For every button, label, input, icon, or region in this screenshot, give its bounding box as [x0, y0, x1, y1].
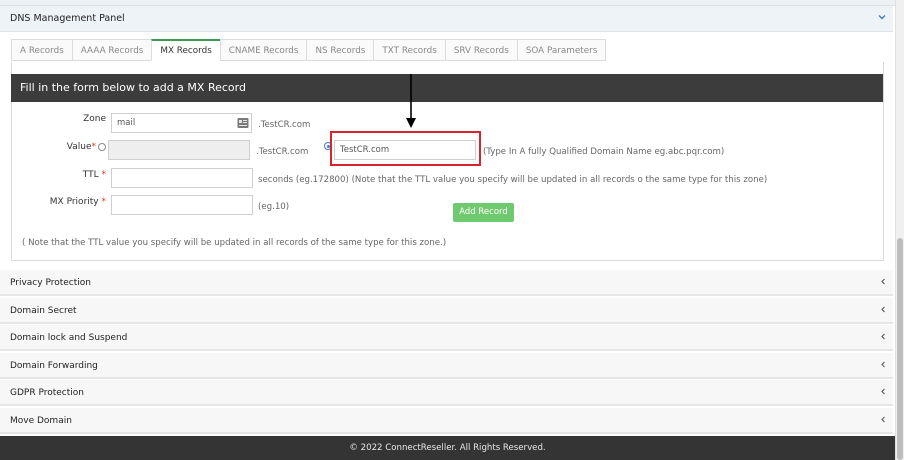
ttl-label-text: TTL [82, 170, 99, 180]
accordion-label: Domain Forwarding [10, 361, 98, 371]
contact-card-icon[interactable] [237, 117, 249, 129]
accordion-gdpr-protection[interactable]: GDPR Protection [0, 380, 893, 406]
chevron-left-icon [881, 361, 885, 368]
chevron-left-icon [881, 333, 885, 340]
chevron-left-icon [881, 278, 885, 285]
chevron-down-icon[interactable] [877, 12, 887, 22]
tab-srv-records[interactable]: SRV Records [444, 39, 517, 61]
zone-suffix: .TestCR.com [258, 120, 311, 130]
footer-copyright: © 2022 ConnectReseller. All Rights Reser… [349, 443, 546, 453]
value-subdomain-radio[interactable] [98, 143, 106, 151]
dns-panel-title: DNS Management Panel [10, 13, 125, 24]
accordion-label: Privacy Protection [10, 278, 91, 288]
zone-input[interactable]: mail [111, 113, 252, 133]
ttl-note: ( Note that the TTL value you specify wi… [22, 238, 447, 248]
tab-cname-records[interactable]: CNAME Records [219, 39, 307, 61]
accordion-domain-secret[interactable]: Domain Secret [0, 298, 893, 324]
tab-ns-records[interactable]: NS Records [306, 39, 374, 61]
mx-priority-label-text: MX Priority [49, 197, 99, 207]
accordion-domain-lock-suspend[interactable]: Domain lock and Suspend [0, 325, 893, 351]
accordion-domain-forwarding[interactable]: Domain Forwarding [0, 353, 893, 379]
tab-soa-parameters[interactable]: SOA Parameters [516, 39, 607, 61]
add-record-button[interactable]: Add Record [453, 203, 514, 222]
accordion-label: Domain Secret [10, 306, 77, 316]
tab-a-records[interactable]: A Records [11, 39, 72, 61]
required-mark: * [101, 170, 107, 180]
value-suffix: .TestCR.com [256, 147, 309, 157]
accordion-label: GDPR Protection [10, 388, 84, 398]
accordion-label: Domain lock and Suspend [10, 333, 128, 343]
annotation-highlight-box [330, 131, 481, 166]
chevron-left-icon [881, 388, 885, 395]
zone-input-value: mail [117, 118, 136, 128]
vertical-scrollbar[interactable] [895, 0, 904, 460]
tab-aaaa-records[interactable]: AAAA Records [71, 39, 152, 61]
record-type-tabs: A Records AAAA Records MX Records CNAME … [11, 39, 607, 62]
mx-priority-label: MX Priority * [40, 197, 106, 207]
ttl-label: TTL * [60, 170, 106, 180]
annotation-arrow-icon [406, 74, 416, 128]
chevron-left-icon [881, 306, 885, 313]
dns-panel-header[interactable]: DNS Management Panel [0, 6, 893, 32]
accordion-privacy-protection[interactable]: Privacy Protection [0, 270, 893, 296]
tab-txt-records[interactable]: TXT Records [373, 39, 445, 61]
value-label-text: Value [66, 142, 92, 152]
form-heading: Fill in the form below to add a MX Recor… [11, 74, 883, 102]
ttl-input[interactable] [111, 168, 253, 188]
value-label: Value* [50, 142, 96, 152]
tab-mx-records[interactable]: MX Records [151, 39, 220, 61]
chevron-left-icon [881, 416, 885, 423]
mx-priority-input[interactable] [111, 195, 253, 215]
footer: © 2022 ConnectReseller. All Rights Reser… [0, 436, 895, 460]
zone-label: Zone [83, 114, 106, 124]
ttl-hint: seconds (eg.172800) (Note that the TTL v… [258, 175, 768, 185]
value-fqdn-hint: (Type In A fully Qualified Domain Name e… [483, 147, 725, 157]
required-mark: * [101, 197, 107, 207]
scrollbar-thumb[interactable] [897, 238, 903, 460]
accordion-move-domain[interactable]: Move Domain [0, 408, 893, 434]
required-mark: * [91, 142, 97, 152]
value-subdomain-input[interactable] [108, 140, 250, 160]
mx-priority-hint: (eg.10) [258, 202, 290, 212]
accordion-label: Move Domain [10, 416, 72, 426]
